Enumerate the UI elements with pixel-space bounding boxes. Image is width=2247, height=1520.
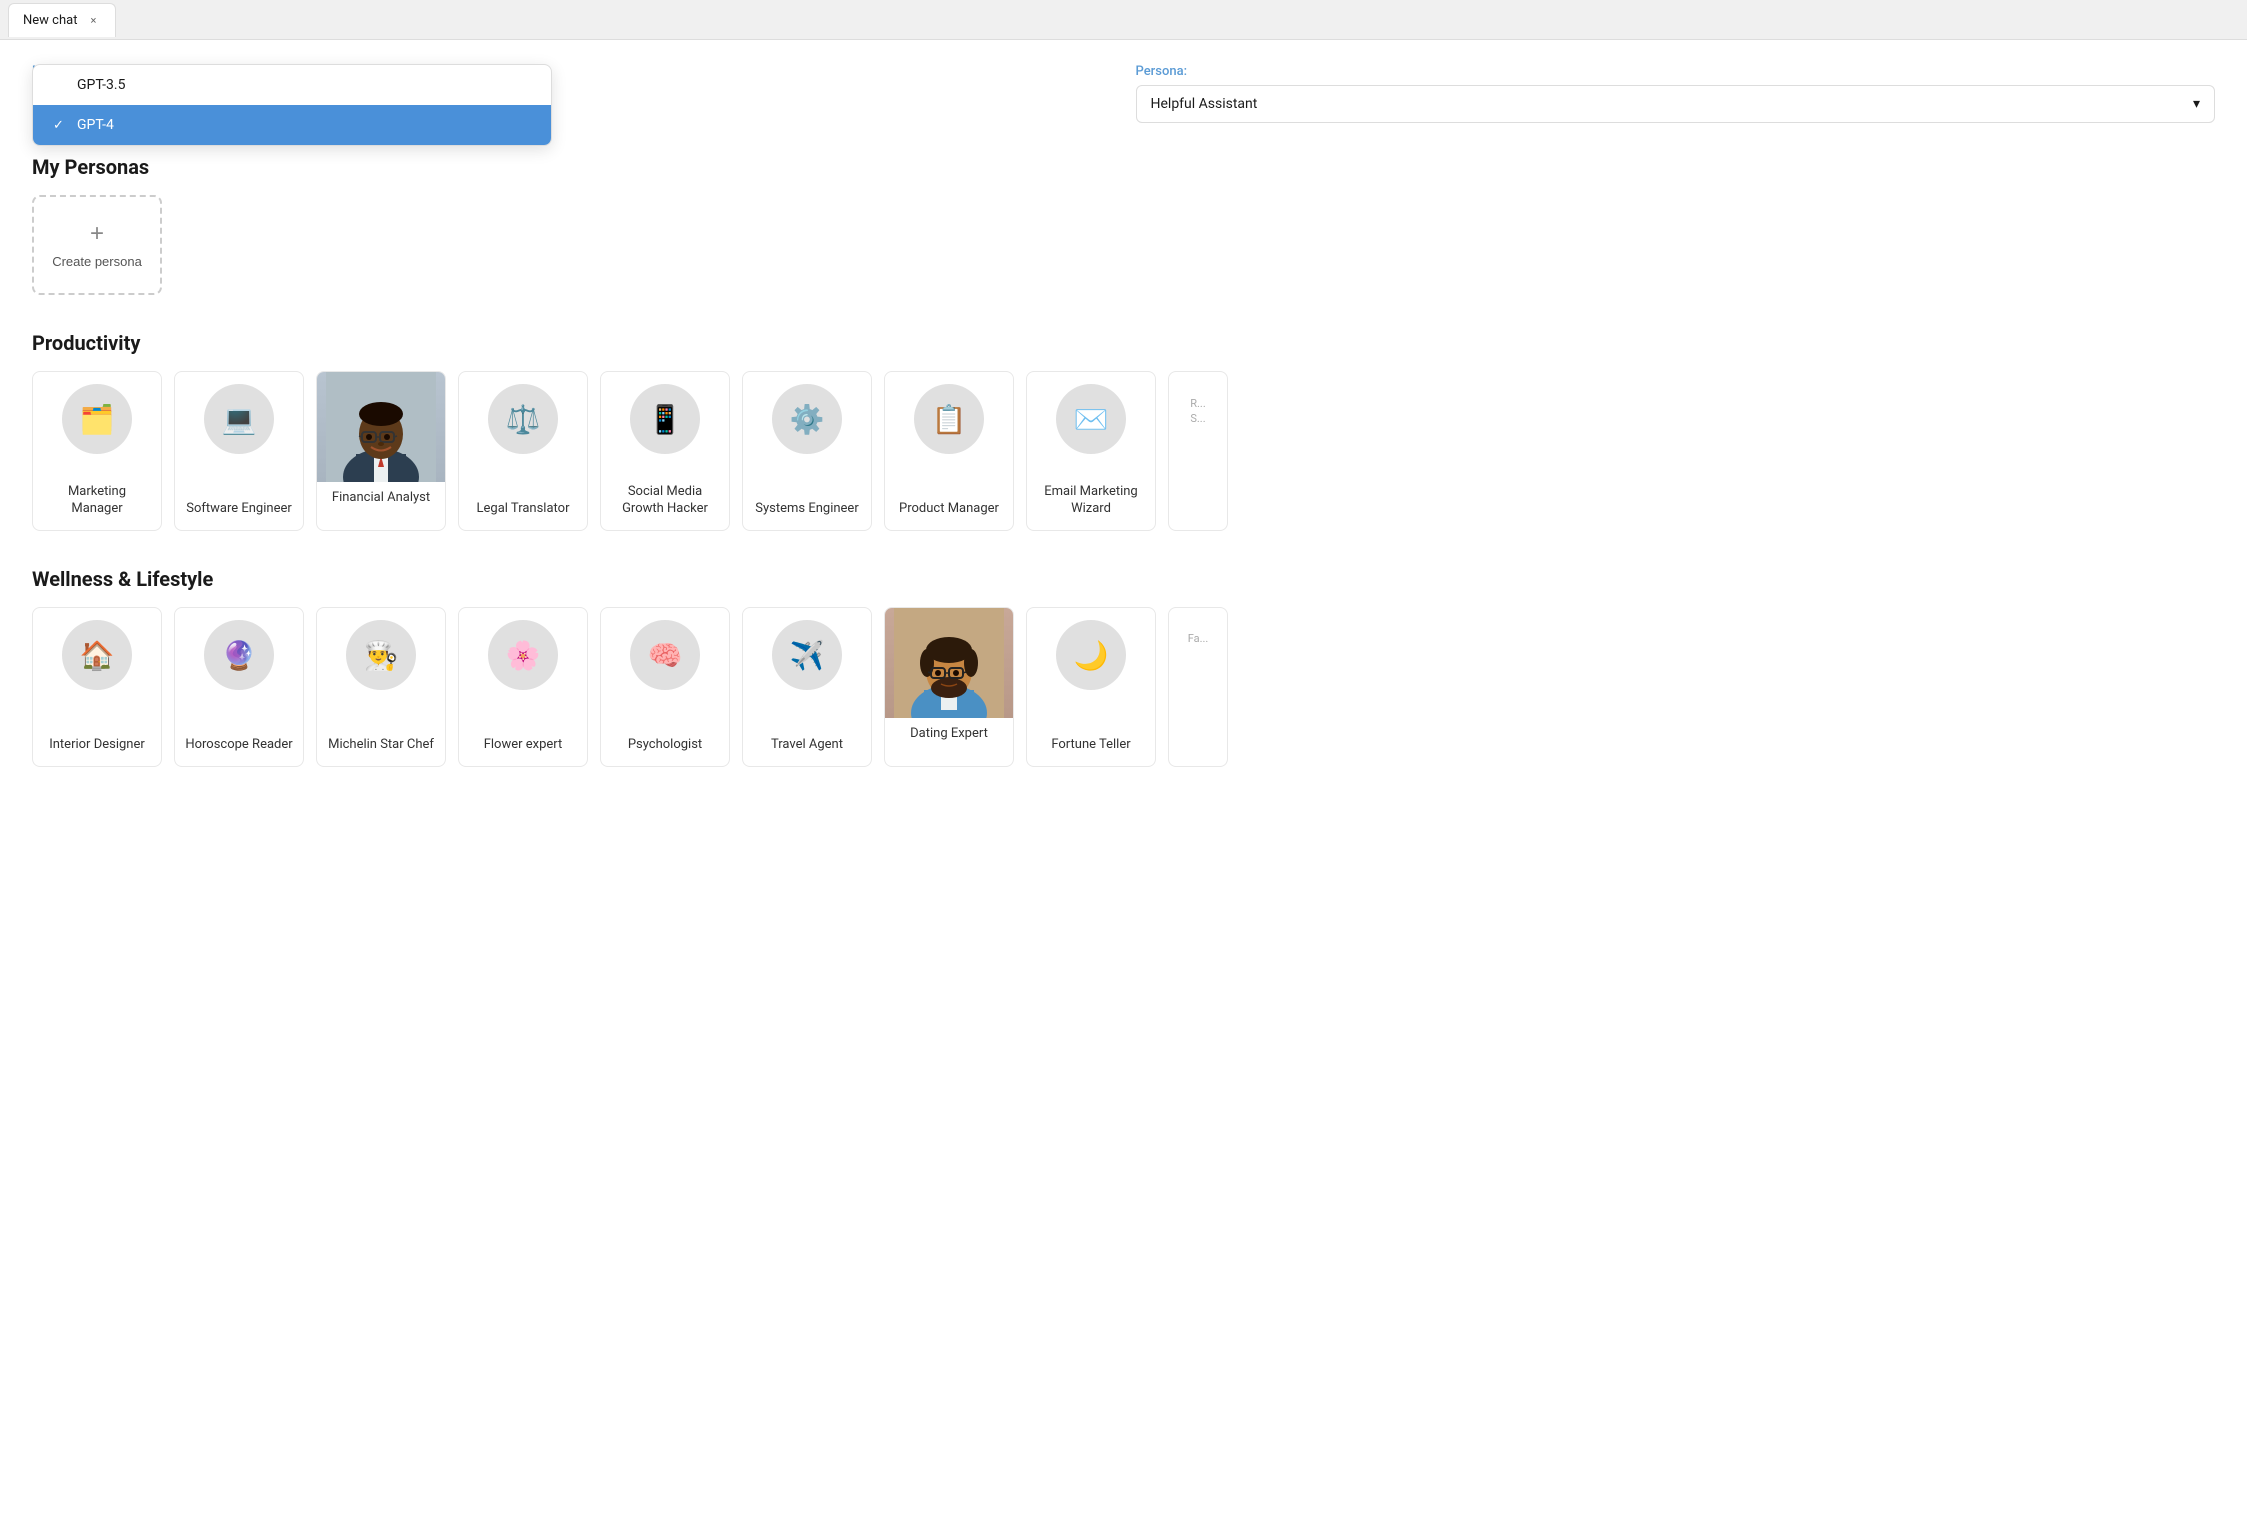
avatar-horoscope-reader: 🔮: [204, 620, 274, 690]
tab-title: New chat: [23, 13, 77, 28]
avatar-product-manager: 📋: [914, 384, 984, 454]
avatar-software-engineer: 💻: [204, 384, 274, 454]
card-email-marketing-wizard[interactable]: ✉️ Email Marketing Wizard: [1026, 371, 1156, 531]
card-systems-engineer[interactable]: ⚙️ Systems Engineer: [742, 371, 872, 531]
productivity-section: Productivity 🗂️ Marketing Manager 💻 Soft…: [32, 331, 2215, 531]
my-personas-title: My Personas: [32, 155, 2215, 179]
tab-bar: New chat ×: [0, 0, 2247, 40]
avatar-fortune-teller: 🌙: [1056, 620, 1126, 690]
card-horoscope-reader[interactable]: 🔮 Horoscope Reader: [174, 607, 304, 767]
persona-section: Persona: Helpful Assistant ▾: [1136, 64, 2216, 123]
card-financial-analyst[interactable]: Financial Analyst: [316, 371, 446, 531]
productivity-cards-row: 🗂️ Marketing Manager 💻 Software Engineer: [32, 371, 2215, 531]
avatar-financial-analyst: [317, 372, 445, 482]
avatar-legal-translator: ⚖️: [488, 384, 558, 454]
dropdown-option-gpt35[interactable]: GPT-3.5: [33, 65, 551, 105]
card-social-media-growth-hacker[interactable]: 📱 Social Media Growth Hacker: [600, 371, 730, 531]
model-dropdown[interactable]: GPT-3.5 ✓ GPT-4: [32, 64, 552, 146]
card-interior-designer[interactable]: 🏠 Interior Designer: [32, 607, 162, 767]
avatar-dating-expert: [885, 608, 1013, 718]
create-persona-button[interactable]: + Create persona: [32, 195, 162, 295]
avatar-psychologist: 🧠: [630, 620, 700, 690]
card-product-manager[interactable]: 📋 Product Manager: [884, 371, 1014, 531]
card-truncated-wellness[interactable]: Fa...: [1168, 607, 1228, 767]
card-flower-expert[interactable]: 🌸 Flower expert: [458, 607, 588, 767]
tab-close-button[interactable]: ×: [85, 12, 101, 28]
chevron-down-icon: ▾: [2193, 96, 2200, 112]
avatar-social-media: 📱: [630, 384, 700, 454]
card-legal-translator[interactable]: ⚖️ Legal Translator: [458, 371, 588, 531]
avatar-flower-expert: 🌸: [488, 620, 558, 690]
avatar-michelin-chef: 👨‍🍳: [346, 620, 416, 690]
top-controls: Model: GPT-3.5 ✓ GPT-4 Persona: Helpful …: [32, 64, 2215, 123]
create-persona-label: Create persona: [52, 254, 142, 269]
card-truncated-productivity[interactable]: R...S...: [1168, 371, 1228, 531]
card-marketing-manager[interactable]: 🗂️ Marketing Manager: [32, 371, 162, 531]
card-software-engineer[interactable]: 💻 Software Engineer: [174, 371, 304, 531]
card-fortune-teller[interactable]: 🌙 Fortune Teller: [1026, 607, 1156, 767]
wellness-cards-row: 🏠 Interior Designer 🔮 Horoscope Reader 👨…: [32, 607, 2215, 767]
persona-label: Persona:: [1136, 64, 2216, 79]
card-psychologist[interactable]: 🧠 Psychologist: [600, 607, 730, 767]
avatar-interior-designer: 🏠: [62, 620, 132, 690]
card-michelin-star-chef[interactable]: 👨‍🍳 Michelin Star Chef: [316, 607, 446, 767]
productivity-title: Productivity: [32, 331, 2215, 355]
card-dating-expert[interactable]: Dating Expert: [884, 607, 1014, 767]
model-section: Model: GPT-3.5 ✓ GPT-4: [32, 64, 1112, 85]
avatar-systems-engineer: ⚙️: [772, 384, 842, 454]
avatar-email-marketing: ✉️: [1056, 384, 1126, 454]
avatar-marketing-manager: 🗂️: [62, 384, 132, 454]
plus-icon: +: [90, 222, 104, 246]
card-travel-agent[interactable]: ✈️ Travel Agent: [742, 607, 872, 767]
new-chat-tab[interactable]: New chat ×: [8, 3, 116, 37]
wellness-title: Wellness & Lifestyle: [32, 567, 2215, 591]
persona-select[interactable]: Helpful Assistant ▾: [1136, 85, 2216, 123]
avatar-travel-agent: ✈️: [772, 620, 842, 690]
dropdown-option-gpt4[interactable]: ✓ GPT-4: [33, 105, 551, 145]
wellness-section: Wellness & Lifestyle 🏠 Interior Designer…: [32, 567, 2215, 767]
persona-selected-value: Helpful Assistant: [1151, 96, 1258, 112]
my-personas-section: My Personas + Create persona: [32, 155, 2215, 295]
main-content: Model: GPT-3.5 ✓ GPT-4 Persona: Helpful …: [0, 40, 2247, 1520]
